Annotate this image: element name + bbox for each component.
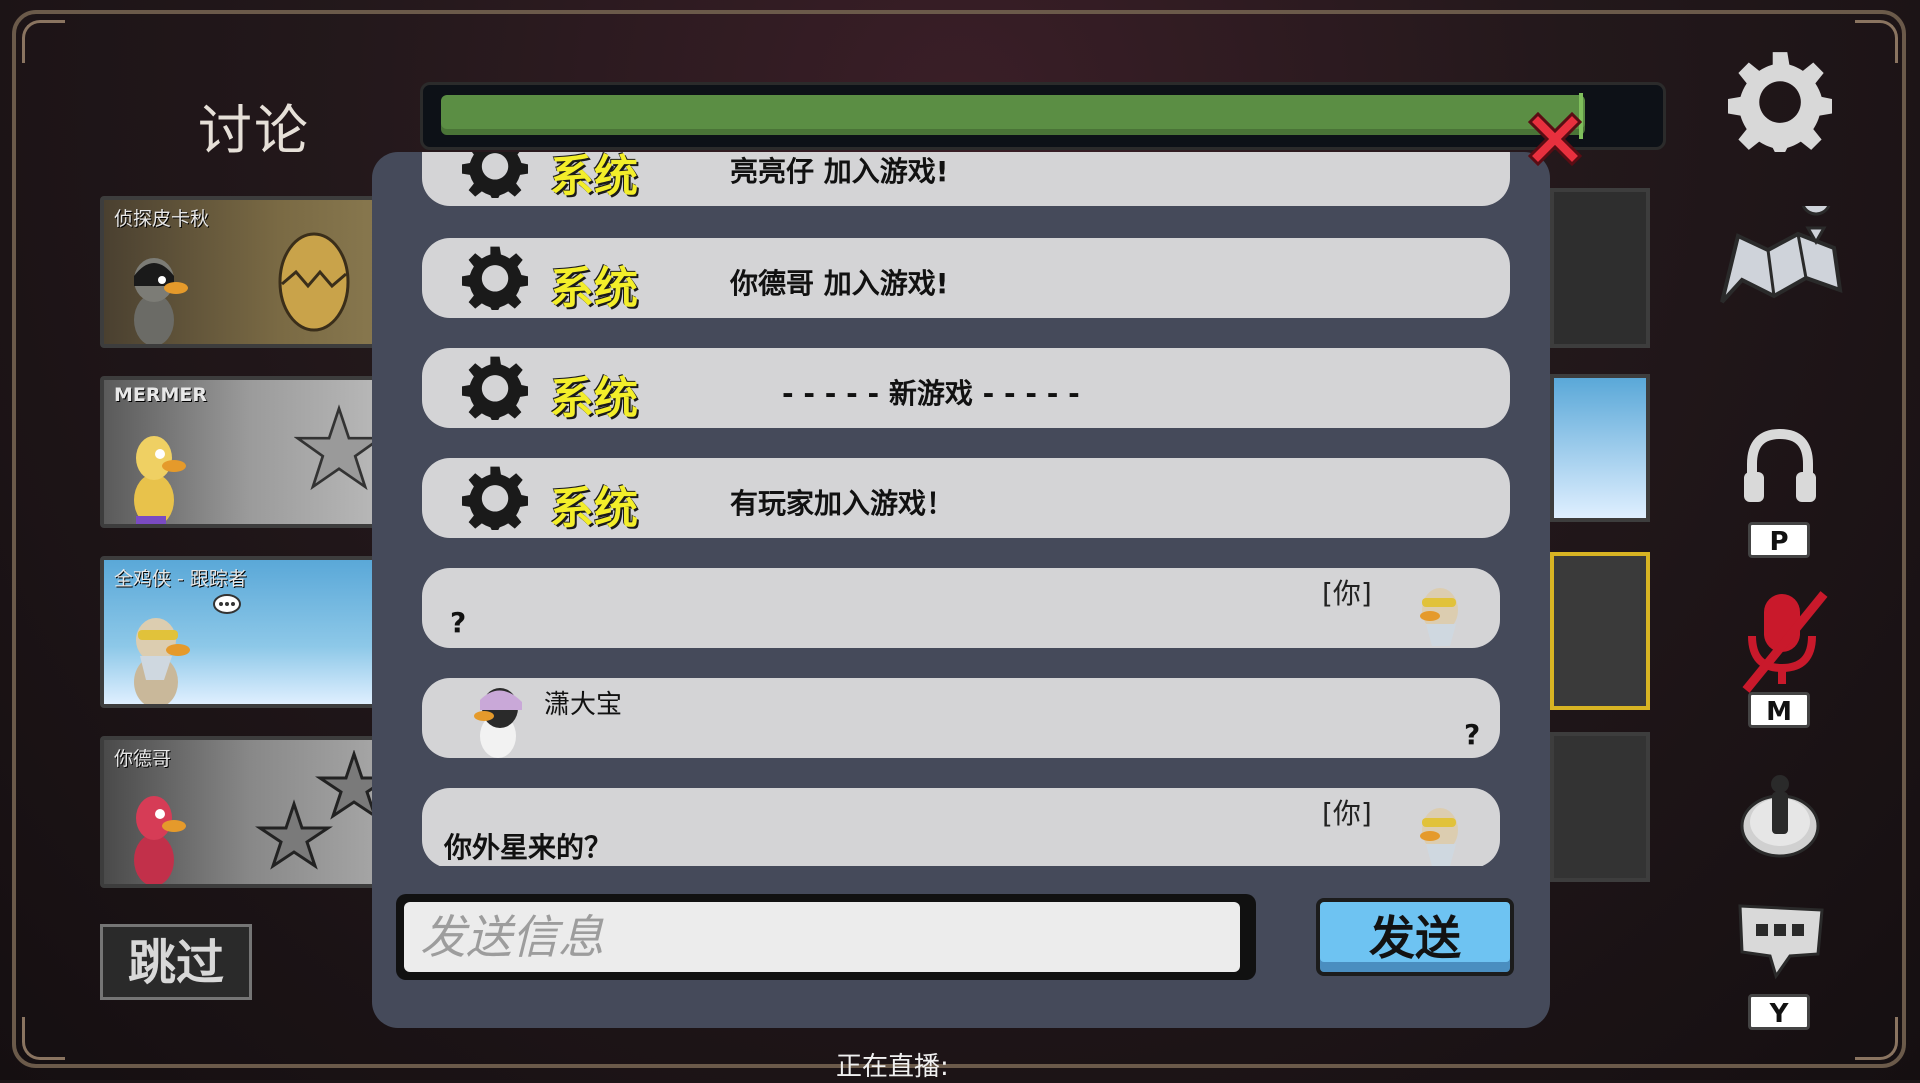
- system-message: 系统 有玩家加入游戏！: [422, 458, 1510, 538]
- chat-messages[interactable]: 系统 亮亮仔 加入游戏! 系统 你德哥 加入游戏! 系统 - - - - - 新…: [372, 152, 1550, 866]
- message-input[interactable]: [404, 902, 1240, 972]
- gear-icon: [462, 152, 528, 198]
- side-panel-strip: [1550, 188, 1650, 348]
- system-message: 系统 亮亮仔 加入游戏!: [422, 152, 1510, 206]
- gear-icon: [462, 356, 528, 420]
- close-icon[interactable]: [1520, 104, 1590, 174]
- player-message: 潇大宝 ?: [422, 678, 1500, 758]
- live-status: 正在直播:: [836, 1052, 949, 1082]
- player-avatar: [134, 618, 190, 704]
- player-card[interactable]: 侦探皮卡秋: [100, 196, 400, 348]
- message-text: ?: [450, 606, 467, 639]
- mic-muted-icon[interactable]: [1736, 586, 1832, 696]
- settings-gear-icon[interactable]: [1728, 48, 1832, 152]
- player-avatar: [134, 258, 188, 344]
- frame-corner: [22, 20, 65, 63]
- side-panel-strip: [1550, 732, 1650, 882]
- sender-name: 潇大宝: [544, 690, 623, 720]
- headphones-icon[interactable]: [1740, 428, 1820, 504]
- self-message: [你] ?: [422, 568, 1500, 648]
- player-name: 你德哥: [114, 748, 172, 770]
- chat-bubble-icon: [213, 594, 241, 614]
- player-avatar: [474, 688, 522, 758]
- player-card[interactable]: 全鸡侠 - 跟踪者: [100, 556, 400, 708]
- system-message: 系统 你德哥 加入游戏!: [422, 238, 1510, 318]
- player-name: MERMER: [114, 384, 208, 406]
- self-message: [你] 你外星来的？: [422, 788, 1500, 866]
- message-text: 亮亮仔 加入游戏!: [730, 155, 949, 188]
- message-text: 有玩家加入游戏！: [730, 487, 955, 520]
- player-name: 全鸡侠 - 跟踪者: [114, 568, 247, 590]
- message-text: - - - - - 新游戏 - - - - -: [782, 377, 1080, 410]
- message-text: ?: [1464, 718, 1481, 751]
- discussion-timer-bar: [420, 82, 1666, 150]
- mic-key-badge: M: [1748, 692, 1810, 728]
- player-avatar: [1420, 808, 1458, 866]
- you-tag: [你]: [1322, 577, 1372, 610]
- map-icon[interactable]: [1714, 206, 1848, 316]
- frame-corner: [22, 1017, 65, 1060]
- chat-panel: 系统 亮亮仔 加入游戏! 系统 你德哥 加入游戏! 系统 - - - - - 新…: [372, 152, 1550, 1028]
- player-avatar: [1420, 588, 1458, 646]
- you-tag: [你]: [1322, 797, 1372, 830]
- player-card[interactable]: 你德哥: [100, 736, 400, 888]
- system-sender: 系统: [550, 263, 638, 314]
- system-message: 系统 - - - - - 新游戏 - - - - -: [422, 348, 1510, 428]
- egg-icon: [278, 232, 350, 332]
- voice-key-badge: P: [1748, 522, 1810, 558]
- system-sender: 系统: [550, 152, 638, 202]
- frame-corner: [1855, 1017, 1898, 1060]
- player-avatar: [134, 796, 186, 884]
- gear-icon: [462, 246, 528, 310]
- message-input-box: [396, 894, 1256, 980]
- gear-icon: [462, 466, 528, 530]
- side-panel-strip-highlight: [1550, 552, 1650, 710]
- emote-chat-icon[interactable]: [1734, 900, 1828, 980]
- message-text: 你外星来的？: [444, 831, 613, 864]
- info-icon[interactable]: [1738, 770, 1822, 860]
- star-icon: [294, 404, 384, 491]
- player-avatar: [134, 436, 186, 524]
- player-name: 侦探皮卡秋: [114, 208, 210, 230]
- emote-key-badge: Y: [1748, 994, 1810, 1030]
- message-text: 你德哥 加入游戏!: [730, 267, 949, 300]
- frame-corner: [1855, 20, 1898, 63]
- send-button[interactable]: 发送: [1316, 898, 1514, 976]
- side-panel-strip: [1550, 374, 1650, 522]
- player-card[interactable]: MERMER: [100, 376, 400, 528]
- skip-button[interactable]: 跳过: [100, 924, 252, 1000]
- timer-fill: [441, 95, 1585, 135]
- system-sender: 系统: [550, 373, 638, 424]
- system-sender: 系统: [550, 483, 638, 534]
- screen-title: 讨论: [198, 99, 310, 162]
